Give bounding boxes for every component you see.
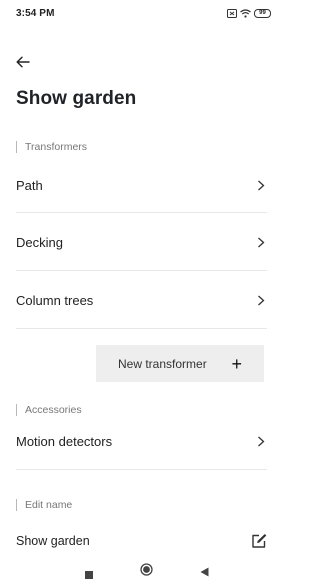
chevron-right-icon (255, 236, 267, 248)
edit-pencil-icon[interactable] (251, 533, 267, 549)
battery-level: 99 (254, 8, 271, 18)
status-icons: 99 (227, 8, 271, 18)
chevron-right-icon (255, 294, 267, 306)
divider (16, 469, 267, 470)
list-item-label: Decking (16, 234, 63, 250)
section-label-transformers: Transformers (16, 141, 87, 153)
chevron-right-icon (255, 435, 267, 447)
list-item-motion-detectors[interactable]: Motion detectors (16, 412, 267, 470)
triangle-back-icon[interactable] (200, 564, 209, 582)
wifi-icon (240, 8, 251, 18)
list-item-label: Path (16, 177, 43, 193)
list-item-label: Motion detectors (16, 433, 113, 449)
name-value: Show garden (16, 534, 90, 548)
arrow-left-icon (16, 56, 30, 68)
list-item-decking[interactable]: Decking (16, 213, 267, 271)
chevron-right-icon (255, 179, 267, 191)
section-label-edit-name: Edit name (16, 499, 72, 511)
list-item-column-trees[interactable]: Column trees (16, 271, 267, 329)
page-title: Show garden (16, 88, 137, 109)
back-button[interactable] (16, 54, 36, 70)
square-icon[interactable] (85, 566, 93, 584)
circle-icon[interactable] (140, 563, 153, 581)
plus-icon: + (231, 353, 242, 374)
new-transformer-button[interactable]: New transformer + (96, 345, 264, 382)
status-bar: 3:54 PM 99 (0, 0, 283, 26)
divider (16, 328, 267, 329)
new-transformer-label: New transformer (118, 356, 207, 371)
list-item-label: Column trees (16, 292, 94, 308)
list-item-path[interactable]: Path (16, 156, 267, 214)
status-time: 3:54 PM (16, 7, 55, 19)
edit-name-row: Show garden (16, 527, 267, 555)
navigation-bar (0, 556, 283, 584)
battery-icon: 99 (254, 8, 271, 18)
sim-card-icon (227, 8, 237, 18)
